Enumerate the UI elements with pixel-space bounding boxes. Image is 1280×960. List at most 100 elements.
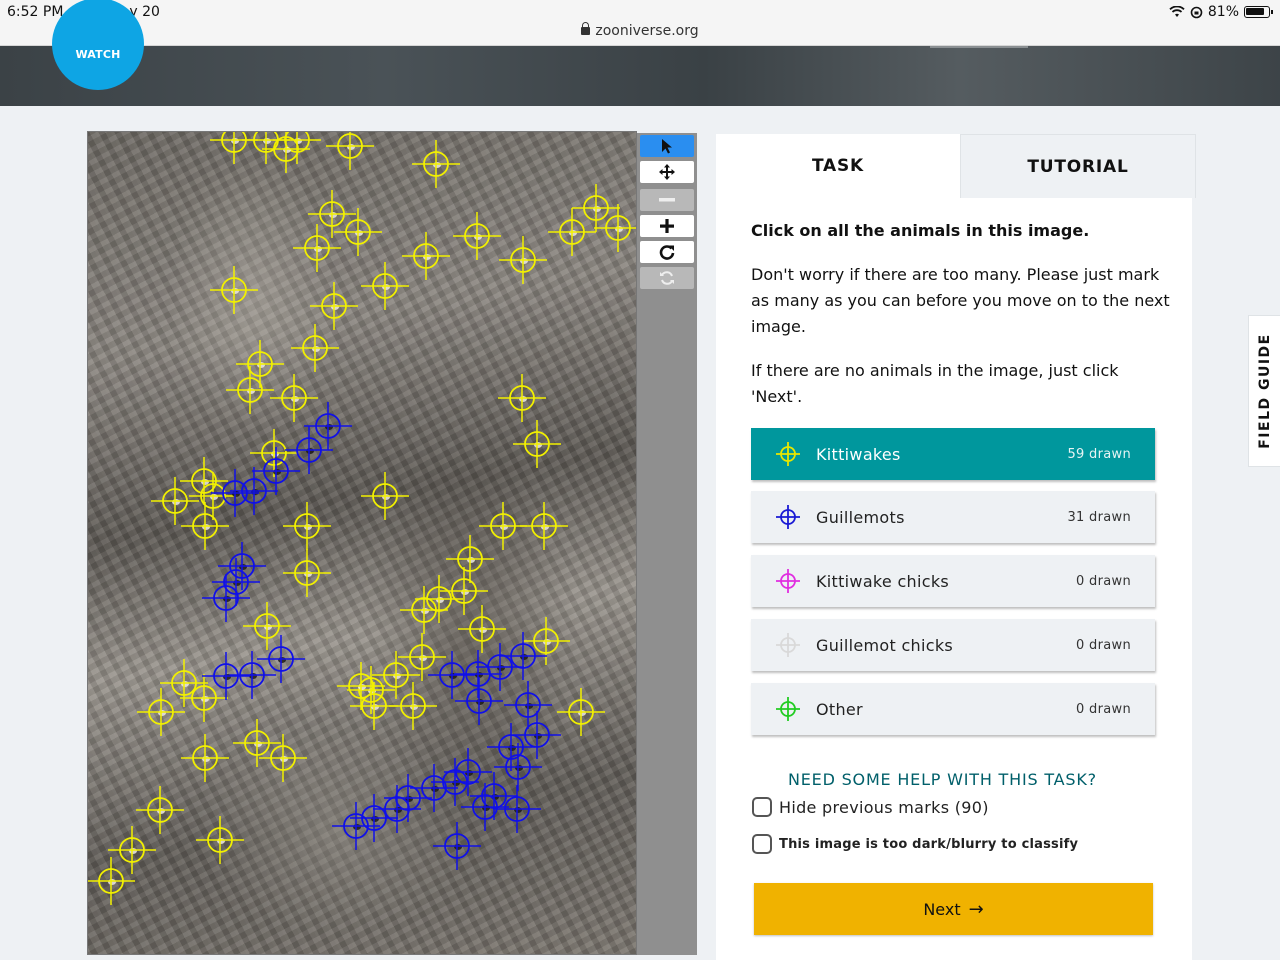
address-bar[interactable]: zooniverse.org <box>0 22 1280 39</box>
marker-crosshair[interactable] <box>487 723 535 771</box>
marker-crosshair[interactable] <box>433 822 481 870</box>
marker-crosshair[interactable] <box>88 857 135 905</box>
marker-crosshair[interactable] <box>499 236 547 284</box>
subject-viewer[interactable] <box>87 131 637 955</box>
zoom-in-button[interactable] <box>640 215 694 237</box>
marker-crosshair[interactable] <box>196 816 244 864</box>
marker-crosshair[interactable] <box>291 324 339 372</box>
marker-crosshair[interactable] <box>548 208 596 256</box>
choice-other[interactable]: Other 0 drawn <box>751 683 1155 735</box>
marker-crosshair[interactable] <box>513 711 561 759</box>
marker-crosshair[interactable] <box>428 651 476 699</box>
marker-crosshair[interactable] <box>202 652 250 700</box>
marker-crosshair[interactable] <box>347 666 395 714</box>
marker-crosshair[interactable] <box>230 467 278 515</box>
marker-crosshair[interactable] <box>520 502 568 550</box>
reset-icon <box>660 271 674 285</box>
marker-crosshair[interactable] <box>210 132 258 164</box>
marker-crosshair[interactable] <box>326 132 374 170</box>
marker-crosshair[interactable] <box>259 734 307 782</box>
pointer-tool-button[interactable] <box>640 135 694 157</box>
marker-crosshair[interactable] <box>455 677 503 725</box>
choice-guillemots[interactable]: Guillemots 31 drawn <box>751 491 1155 543</box>
marker-crosshair[interactable] <box>243 602 291 650</box>
marker-crosshair[interactable] <box>270 374 318 422</box>
marker-crosshair[interactable] <box>218 542 266 590</box>
marker-crosshair[interactable] <box>350 682 398 730</box>
marker-crosshair[interactable] <box>513 420 561 468</box>
marker-crosshair[interactable] <box>373 785 421 833</box>
rotate-button[interactable] <box>640 241 694 263</box>
choice-label: Kittiwake chicks <box>816 571 950 591</box>
hide-marks-option[interactable]: Hide previous marks (90) <box>752 797 989 817</box>
marker-crosshair[interactable] <box>304 402 352 450</box>
marker-crosshair[interactable] <box>233 719 281 767</box>
choice-guillemot-chicks[interactable]: Guillemot chicks 0 drawn <box>751 619 1155 671</box>
marker-crosshair[interactable] <box>504 681 552 729</box>
marker-crosshair[interactable] <box>285 426 333 474</box>
marker-crosshair[interactable] <box>557 688 605 736</box>
too-dark-checkbox[interactable] <box>752 834 772 854</box>
marker-crosshair[interactable] <box>211 469 259 517</box>
zoom-out-button[interactable] <box>640 189 694 211</box>
marker-crosshair[interactable] <box>334 208 382 256</box>
marker-crosshair[interactable] <box>210 266 258 314</box>
marker-crosshair[interactable] <box>310 282 358 330</box>
marker-crosshair[interactable] <box>283 502 331 550</box>
too-dark-option[interactable]: This image is too dark/blurry to classif… <box>752 834 1078 854</box>
marker-crosshair[interactable] <box>454 650 502 698</box>
marker-crosshair[interactable] <box>212 558 260 606</box>
marker-crosshair[interactable] <box>181 734 229 782</box>
marker-crosshair[interactable] <box>479 502 527 550</box>
hide-marks-checkbox[interactable] <box>752 797 772 817</box>
choice-count: 0 drawn <box>1076 573 1131 589</box>
marker-crosshair[interactable] <box>202 574 250 622</box>
marker-crosshair[interactable] <box>572 184 620 232</box>
marker-crosshair[interactable] <box>398 633 446 681</box>
marker-crosshair[interactable] <box>337 662 385 710</box>
choice-kittiwakes[interactable]: Kittiwakes 59 drawn <box>751 428 1155 480</box>
hide-marks-label: Hide previous marks (90) <box>779 797 989 817</box>
marker-crosshair[interactable] <box>160 659 208 707</box>
marker-crosshair[interactable] <box>350 794 398 842</box>
marker-crosshair[interactable] <box>136 786 184 834</box>
marker-crosshair[interactable] <box>180 674 228 722</box>
marker-crosshair[interactable] <box>402 232 450 280</box>
marker-crosshair[interactable] <box>498 374 546 422</box>
choice-kittiwake-chicks[interactable]: Kittiwake chicks 0 drawn <box>751 555 1155 607</box>
tab-task[interactable]: TASK <box>716 134 960 198</box>
move-tool-button[interactable] <box>640 161 694 183</box>
marker-crosshair[interactable] <box>252 447 300 495</box>
field-guide-tab[interactable]: FIELD GUIDE <box>1248 315 1280 467</box>
marker-crosshair[interactable] <box>137 688 185 736</box>
marker-crosshair[interactable] <box>446 535 494 583</box>
marker-crosshair[interactable] <box>494 743 542 791</box>
marker-crosshair[interactable] <box>332 802 380 850</box>
marker-crosshair[interactable] <box>361 472 409 520</box>
marker-crosshair[interactable] <box>361 262 409 310</box>
marker-crosshair[interactable] <box>453 212 501 260</box>
marker-crosshair[interactable] <box>400 586 448 634</box>
marker-crosshair[interactable] <box>250 429 298 477</box>
marker-crosshair[interactable] <box>181 502 229 550</box>
marker-crosshair[interactable] <box>108 826 156 874</box>
marker-crosshair[interactable] <box>594 204 637 252</box>
need-help-link[interactable]: NEED SOME HELP WITH THIS TASK? <box>788 770 1097 789</box>
marker-crosshair[interactable] <box>293 224 341 272</box>
marker-crosshair[interactable] <box>458 605 506 653</box>
tab-tutorial[interactable]: TUTORIAL <box>960 134 1196 198</box>
marker-crosshair[interactable] <box>189 472 237 520</box>
reset-view-button[interactable] <box>640 267 694 289</box>
marker-crosshair[interactable] <box>262 132 310 173</box>
marker-crosshair[interactable] <box>493 785 541 833</box>
marker-crosshair[interactable] <box>283 549 331 597</box>
wifi-icon <box>1169 6 1185 17</box>
next-button[interactable]: Next → <box>754 883 1153 935</box>
marks-layer[interactable] <box>88 132 637 955</box>
marker-crosshair[interactable] <box>522 617 570 665</box>
marker-crosshair[interactable] <box>412 140 460 188</box>
project-logo[interactable]: WATCH <box>52 0 144 90</box>
status-indicators: 81% <box>1169 4 1273 20</box>
marker-crosshair[interactable] <box>308 190 356 238</box>
marker-crosshair[interactable] <box>499 632 547 680</box>
